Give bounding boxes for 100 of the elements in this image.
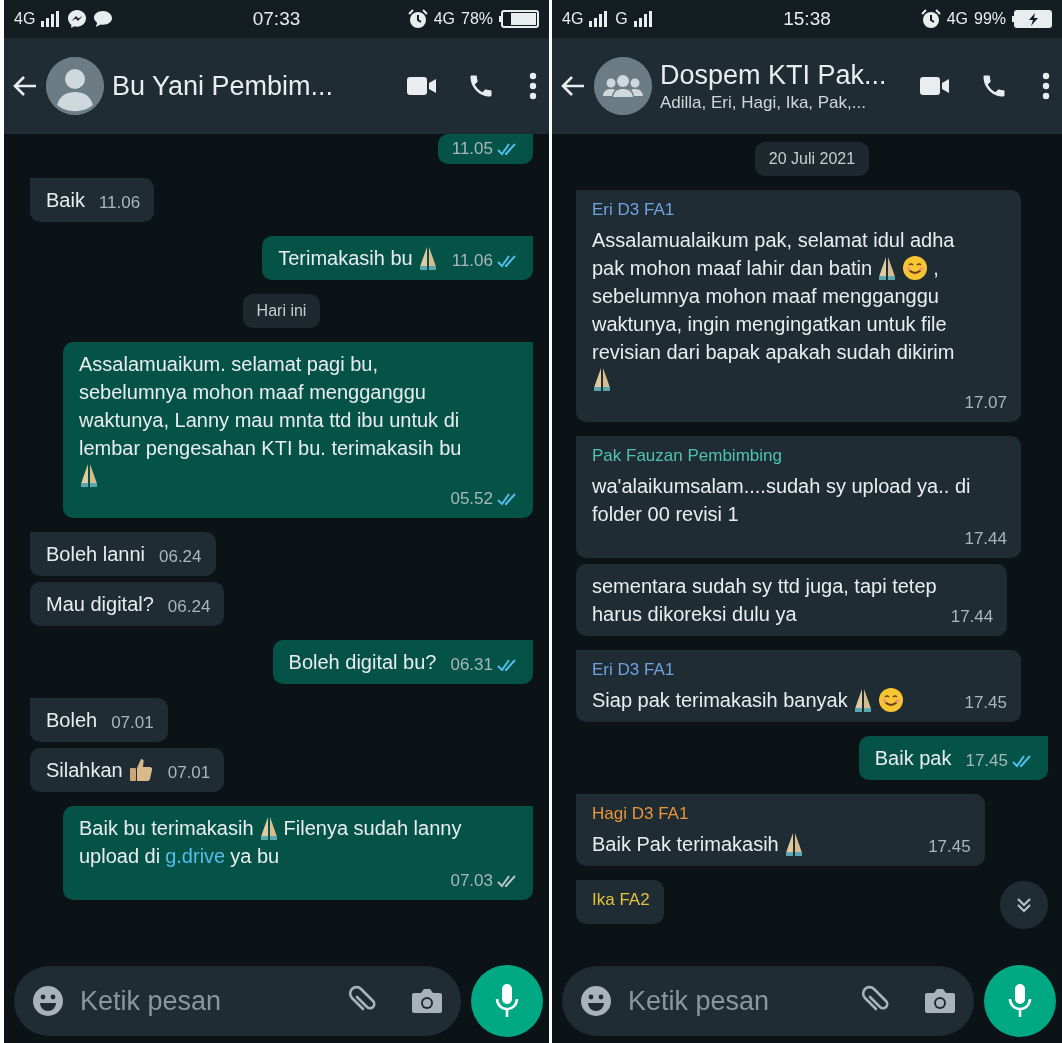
status-time: 15:38 (783, 8, 831, 30)
message-text: Filenya sudah lanny (283, 816, 462, 841)
sender-name: Eri D3 FA1 (592, 199, 676, 221)
message-time: 11.06 (98, 192, 141, 214)
message-text: sementara sudah sy ttd juga, tapi tetep (592, 574, 937, 599)
message-text: pak mohon maaf lahir dan batin (592, 256, 873, 281)
message-text: Terimakasih bu (278, 246, 413, 271)
avatar-icon[interactable] (46, 57, 104, 115)
praying-hands-icon (852, 687, 873, 713)
message-text: ya bu (230, 844, 280, 869)
alarm-clock-icon (407, 9, 428, 29)
message-text: Silahkan (46, 758, 123, 783)
message-text: , (933, 256, 939, 281)
message-time: 17.45 (928, 836, 971, 858)
message-time: 07.03 (450, 870, 493, 892)
message-text: revisian dari bapak apakah sudah dikirim (592, 340, 955, 365)
status-text: 4G (562, 10, 584, 28)
praying-hands-icon (258, 815, 279, 841)
smiling-face-icon (877, 687, 904, 713)
link[interactable]: g.drive (165, 842, 226, 870)
message-text: Baik (46, 188, 85, 213)
video-camera-icon[interactable] (920, 76, 950, 96)
date-chip: 20 Juli 2021 (754, 142, 870, 176)
message-text: Boleh lanni (46, 542, 145, 567)
participants-list: Adilla, Eri, Hagi, Ika, Pak,... (660, 92, 912, 113)
message-time: 17.44 (950, 606, 994, 628)
scroll-down-button[interactable] (1000, 881, 1048, 929)
message-composer[interactable]: Ketik pesan (562, 966, 974, 1036)
message-text: Baik bu terimakasih (79, 816, 254, 841)
message-text: sebelumnya mohon maaf mengganggu (592, 284, 939, 309)
message-text: Boleh (46, 708, 98, 733)
status-text: 99% (974, 10, 1006, 28)
message-time: 07.01 (111, 712, 154, 734)
battery-charging-icon (1012, 10, 1052, 28)
double-chevron-down-icon[interactable] (1014, 895, 1034, 915)
message-input-field[interactable]: Ketik pesan (78, 984, 333, 1018)
message-time: 17.45 (964, 692, 1007, 714)
message-time: 06.24 (158, 546, 202, 568)
camera-icon[interactable] (411, 987, 443, 1015)
status-text: G (615, 10, 628, 28)
network-type: 4G (433, 10, 455, 28)
chat-title[interactable]: Dospem KTI Pak... (660, 59, 912, 91)
chat-bubble-icon (93, 10, 114, 28)
praying-hands-icon (877, 255, 898, 281)
signal-icon (589, 11, 610, 27)
group-avatar-icon[interactable] (594, 57, 652, 115)
sender-name: Ika FA2 (592, 889, 650, 911)
battery-icon (499, 10, 539, 28)
sender-name: Pak Fauzan Pembimbing (592, 445, 783, 467)
message-text: Boleh digital bu? (288, 650, 437, 675)
message-time: 06.24 (167, 596, 211, 618)
message-text: waktunya, Lanny mau mnta ttd ibu untuk di (79, 408, 460, 433)
camera-icon[interactable] (924, 987, 956, 1015)
video-camera-icon[interactable] (407, 76, 437, 96)
more-options-icon[interactable] (1042, 72, 1050, 100)
signal-icon (633, 11, 654, 27)
messenger-icon (67, 9, 88, 29)
message-text: Baik pak (874, 746, 952, 771)
message-time: 17.07 (964, 392, 1007, 414)
message-time: 11.05 (451, 138, 493, 160)
message-input-field[interactable]: Ketik pesan (626, 984, 846, 1018)
emoji-icon[interactable] (580, 985, 612, 1017)
message-text: sebelumnya mohon maaf mengganggu (79, 380, 426, 405)
status-text: 4G (14, 10, 36, 28)
back-arrow-icon[interactable] (560, 74, 586, 98)
message-time: 17.44 (964, 528, 1007, 550)
praying-hands-icon (592, 366, 612, 392)
message-text: upload di (79, 844, 161, 869)
praying-hands-icon (417, 245, 438, 271)
praying-hands-icon (783, 831, 804, 857)
message-time: 05.52 (450, 488, 493, 510)
date-chip: Hari ini (242, 294, 321, 328)
status-text: 78% (461, 10, 493, 28)
more-options-icon[interactable] (529, 72, 537, 100)
smiling-face-icon (902, 255, 929, 281)
status-time: 07:33 (252, 8, 301, 30)
message-time: 17.45 (965, 750, 1008, 772)
message-text: harus dikoreksi dulu ya (592, 602, 797, 627)
message-time: 07.01 (167, 762, 211, 784)
message-text: wa'alaikumsalam....sudah sy upload ya.. di (592, 474, 971, 499)
message-text: Baik Pak terimakasih (592, 832, 779, 857)
message-text: Assalamuaikum. selamat pagi bu, (79, 352, 379, 377)
message-text: Assalamualaikum pak, selamat idul adha (592, 228, 955, 253)
message-text: Mau digital? (46, 592, 154, 617)
alarm-clock-icon (920, 9, 941, 29)
thumbs-up-icon (127, 757, 154, 783)
signal-icon (41, 11, 62, 27)
message-text: lembar pengesahan KTI bu. terimakasih bu (79, 436, 462, 461)
sender-name: Hagi D3 FA1 (592, 803, 690, 825)
message-text: folder 00 revisi 1 (592, 502, 739, 527)
praying-hands-icon (79, 462, 99, 488)
message-time: 06.31 (450, 654, 493, 676)
message-composer[interactable]: Ketik pesan (14, 966, 461, 1036)
network-type: 4G (946, 10, 968, 28)
message-text: Siap pak terimakasih banyak (592, 688, 848, 713)
sender-name: Eri D3 FA1 (592, 659, 676, 681)
chat-title[interactable]: Bu Yani Pembim... (112, 70, 399, 102)
emoji-icon[interactable] (32, 985, 64, 1017)
message-text: waktunya, ingin mengingatkan untuk file (592, 312, 947, 337)
back-arrow-icon[interactable] (12, 74, 38, 98)
